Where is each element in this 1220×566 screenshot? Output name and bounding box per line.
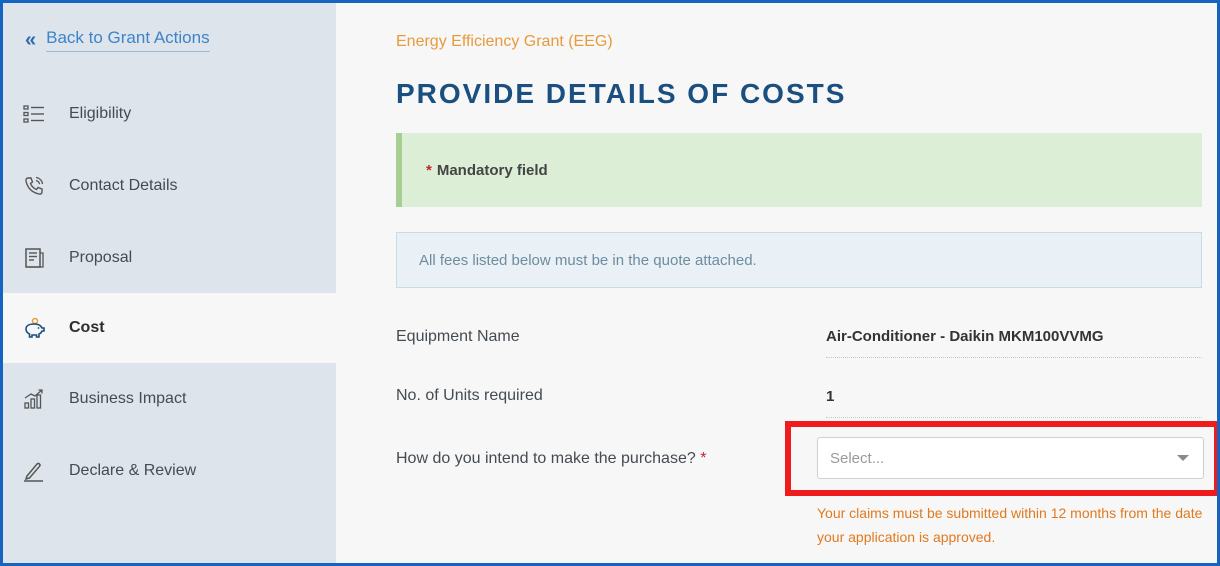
document-icon [23,247,45,269]
purchase-method-label-text: How do you intend to make the purchase? [396,450,696,467]
sidebar-item-label: Cost [69,319,105,336]
sidebar-item-declare-review[interactable]: Declare & Review [3,436,336,506]
caret-down-icon [1177,455,1189,461]
units-required-value: 1 [826,382,1202,418]
back-link-label: Back to Grant Actions [46,28,210,52]
sidebar-item-label: Contact Details [69,177,178,194]
list-icon [23,103,45,125]
sidebar-item-business-impact[interactable]: Business Impact [3,364,336,434]
sidebar-item-proposal[interactable]: Proposal [3,223,336,293]
sidebar-item-contact-details[interactable]: Contact Details [3,151,336,221]
phone-icon [23,175,45,197]
main-content: Energy Efficiency Grant (EEG) PROVIDE DE… [336,3,1217,563]
equipment-name-value: Air-Conditioner - Daikin MKM100VVMG [826,322,1202,358]
sidebar-item-cost[interactable]: Cost [3,293,336,363]
purchase-method-label: How do you intend to make the purchase? … [396,450,706,468]
purchase-method-select[interactable]: Select... [817,437,1204,479]
mandatory-field-notice: * Mandatory field [396,133,1202,207]
page-title: PROVIDE DETAILS OF COSTS [396,78,847,109]
select-placeholder: Select... [830,449,885,467]
info-notice: All fees listed below must be in the quo… [396,232,1202,288]
grant-name: Energy Efficiency Grant (EEG) [396,33,613,50]
sidebar-item-label: Declare & Review [69,462,197,479]
sidebar-item-label: Eligibility [69,105,132,122]
required-asterisk: * [700,450,707,467]
claim-deadline-note: Your claims must be submitted within 12 … [817,505,1203,545]
double-chevron-left-icon: « [25,28,37,51]
sidebar-item-label: Proposal [69,249,133,266]
sidebar: « Back to Grant Actions Eligibility Cont… [3,3,336,563]
chart-icon [23,388,45,410]
back-to-grant-actions-link[interactable]: « Back to Grant Actions [25,25,210,55]
mandatory-note-text: Mandatory field [436,161,548,179]
app-frame: « Back to Grant Actions Eligibility Cont… [3,3,1217,563]
pen-icon [23,460,45,482]
units-required-label: No. of Units required [396,387,543,404]
required-asterisk: * [426,161,432,179]
sidebar-item-eligibility[interactable]: Eligibility [3,79,336,149]
sidebar-item-label: Business Impact [69,390,187,407]
piggy-bank-icon [23,317,45,339]
equipment-name-label: Equipment Name [396,328,520,345]
